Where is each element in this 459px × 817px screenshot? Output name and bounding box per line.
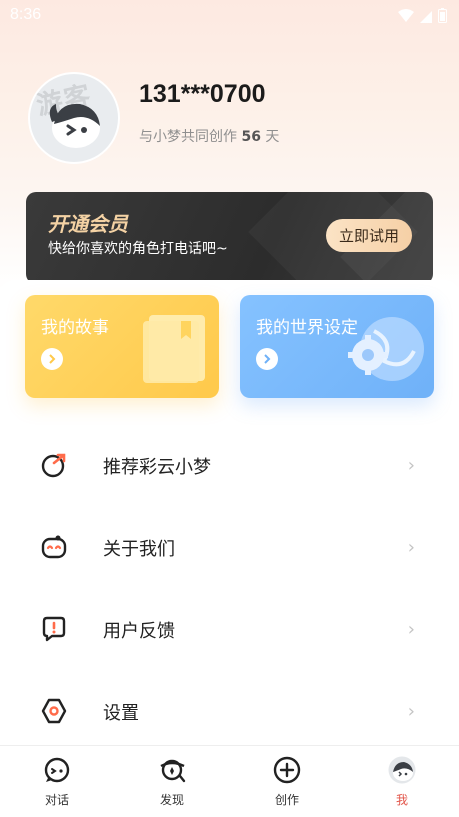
menu-item-recommend[interactable]: 推荐彩云小梦 ›	[0, 433, 459, 493]
vip-subtitle: 快给你喜欢的角色打电话吧~	[48, 241, 228, 257]
profile-avatar-icon	[388, 756, 416, 784]
chevron-right-icon	[41, 348, 63, 370]
tab-discover[interactable]: 发现	[115, 746, 229, 817]
create-plus-icon	[273, 756, 301, 784]
chevron-right-icon	[256, 348, 278, 370]
try-now-button[interactable]: 立即试用	[326, 219, 412, 252]
chevron-right-icon: ›	[407, 619, 415, 640]
user-phone: 131***0700	[139, 80, 266, 108]
days-count: 56	[241, 129, 261, 145]
menu-item-about[interactable]: 关于我们 ›	[0, 515, 459, 575]
book-icon	[143, 315, 205, 383]
chevron-right-icon: ›	[407, 701, 415, 722]
menu-label: 用户反馈	[103, 621, 175, 642]
tab-label: 发现	[159, 793, 184, 807]
settings-hex-icon	[41, 698, 67, 724]
bottom-navbar: 对话 发现 创作 我	[0, 745, 459, 817]
discover-icon	[160, 759, 186, 783]
my-stories-card[interactable]: 我的故事	[25, 295, 219, 398]
tab-label: 对话	[44, 793, 69, 807]
days-together: 与小梦共同创作 56 天	[139, 126, 279, 146]
menu-label: 推荐彩云小梦	[103, 457, 211, 478]
tab-create[interactable]: 创作	[230, 746, 344, 817]
status-icons	[398, 8, 447, 23]
chevron-right-icon: ›	[407, 537, 415, 558]
days-suffix: 天	[265, 129, 280, 145]
menu-item-settings[interactable]: 设置 ›	[0, 679, 459, 739]
tab-label: 创作	[274, 793, 299, 807]
status-time: 8:36	[10, 6, 42, 23]
mascot-icon	[49, 103, 100, 148]
status-bar: 8:36	[0, 0, 459, 32]
chat-icon	[44, 757, 70, 783]
tab-label: 我	[395, 793, 408, 807]
tab-chat[interactable]: 对话	[0, 746, 114, 817]
menu-label: 关于我们	[103, 539, 175, 560]
feedback-icon	[42, 616, 66, 642]
globe-gear-icon	[348, 317, 424, 381]
wifi-icon	[398, 8, 414, 22]
vip-banner[interactable]: 开通会员 快给你喜欢的角色打电话吧~ 立即试用	[26, 192, 433, 284]
menu-item-feedback[interactable]: 用户反馈 ›	[0, 597, 459, 657]
menu-label: 设置	[103, 703, 139, 724]
avatar[interactable]: 游客	[28, 72, 120, 164]
card-title: 我的故事	[41, 318, 109, 338]
vip-title: 开通会员	[48, 212, 128, 236]
card-title: 我的世界设定	[256, 318, 358, 338]
battery-icon	[438, 8, 447, 23]
chevron-right-icon: ›	[407, 455, 415, 476]
robot-face-icon	[41, 535, 67, 559]
tab-me[interactable]: 我	[345, 746, 459, 817]
signal-icon	[420, 10, 432, 23]
days-prefix: 与小梦共同创作	[139, 129, 237, 145]
my-world-settings-card[interactable]: 我的世界设定	[240, 295, 434, 398]
share-icon	[41, 453, 66, 478]
